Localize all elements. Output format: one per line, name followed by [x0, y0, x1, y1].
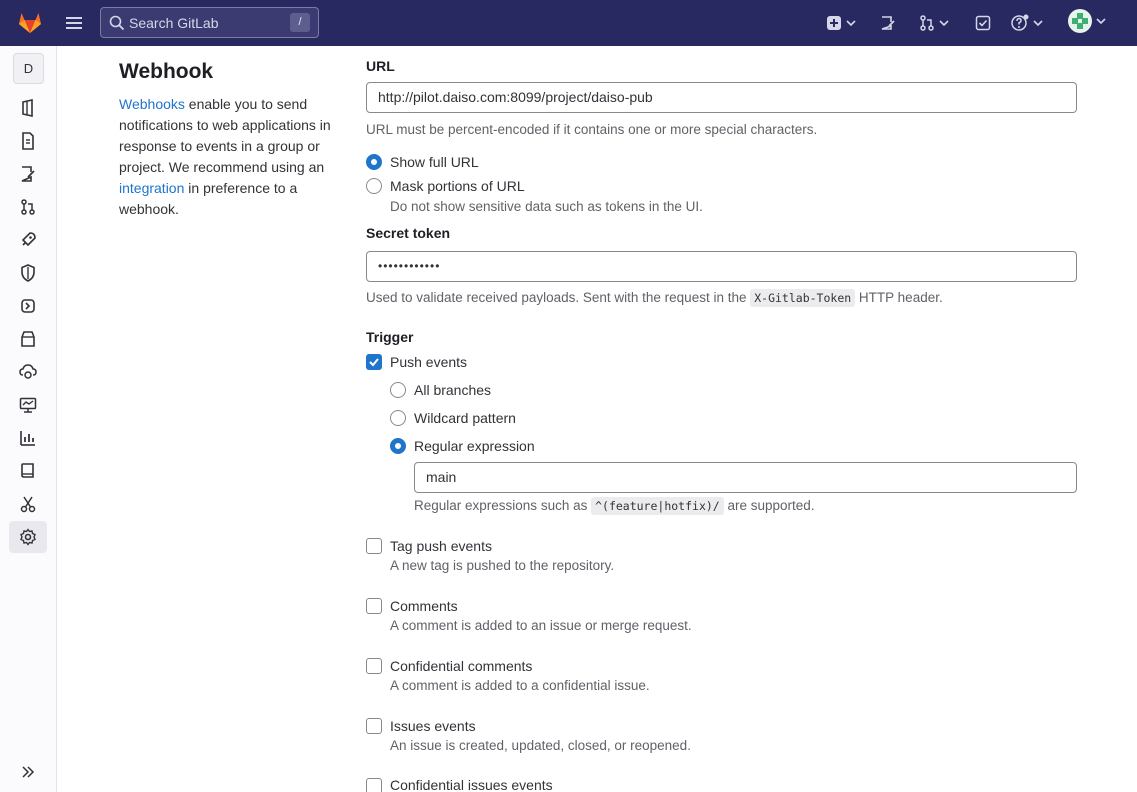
todos-button[interactable] — [975, 12, 991, 34]
user-menu-dropdown[interactable] — [1068, 9, 1107, 33]
collapse-sidebar-icon[interactable] — [21, 765, 35, 779]
push-events-checkbox[interactable] — [366, 354, 382, 370]
mask-url-label: Mask portions of URL — [390, 178, 525, 194]
secret-token-label: Secret token — [366, 225, 451, 241]
push-events-label: Push events — [390, 354, 468, 370]
merge-request-icon — [920, 15, 934, 31]
wildcard-pattern-label: Wildcard pattern — [414, 410, 516, 426]
chevron-down-icon — [846, 20, 856, 27]
issues-icon — [881, 16, 895, 30]
package-icon[interactable] — [19, 330, 37, 348]
event-label: Comments — [390, 598, 458, 614]
secret-token-help: Used to validate received payloads. Sent… — [366, 289, 943, 307]
regex-help-before: Regular expressions such as — [414, 498, 592, 513]
wildcard-pattern-radio[interactable] — [390, 410, 406, 426]
regex-input[interactable]: main — [414, 462, 1077, 493]
search-icon — [109, 15, 125, 31]
tag-push-events-checkbox[interactable] — [366, 538, 382, 554]
all-branches-label: All branches — [414, 382, 492, 398]
monitor-icon[interactable] — [19, 396, 37, 414]
menu-hamburger-icon[interactable] — [64, 13, 84, 33]
help-dropdown[interactable] — [1011, 12, 1044, 34]
issues-icon[interactable] — [19, 165, 37, 183]
page-title: Webhook — [119, 60, 214, 83]
merge-requests-dropdown[interactable] — [919, 12, 950, 34]
help-question-icon — [1011, 14, 1029, 31]
checkmark-icon — [369, 358, 379, 367]
search-placeholder: Search GitLab — [129, 15, 219, 31]
chevron-down-icon — [1096, 18, 1106, 25]
issues-events-checkbox[interactable] — [366, 718, 382, 734]
show-full-url-radio[interactable] — [366, 154, 382, 170]
settings-gear-icon[interactable] — [19, 528, 37, 546]
token-help-before: Used to validate received payloads. Sent… — [366, 290, 751, 305]
issues-button[interactable] — [880, 12, 896, 34]
mask-url-radio[interactable] — [366, 178, 382, 194]
token-help-after: HTTP header. — [855, 290, 943, 305]
event-label: Tag push events — [390, 538, 492, 554]
confidential-comments-checkbox[interactable] — [366, 658, 382, 674]
project-avatar[interactable]: D — [13, 53, 44, 84]
chevron-down-icon — [939, 20, 949, 27]
create-new-dropdown[interactable] — [826, 12, 857, 34]
merge-requests-icon[interactable] — [19, 198, 37, 216]
cloud-gear-icon[interactable] — [19, 363, 37, 381]
integration-link[interactable]: integration — [119, 180, 184, 196]
url-help-text: URL must be percent-encoded if it contai… — [366, 122, 818, 137]
regular-expression-radio[interactable] — [390, 438, 406, 454]
confidential-issues-events-checkbox[interactable] — [366, 778, 382, 792]
regex-help-after: are supported. — [723, 498, 815, 513]
analytics-chart-icon[interactable] — [19, 429, 37, 447]
event-description: A comment is added to an issue or merge … — [390, 618, 692, 633]
event-label: Confidential issues events — [390, 777, 553, 792]
rocket-icon[interactable] — [19, 231, 37, 249]
event-description: A comment is added to a confidential iss… — [390, 678, 650, 693]
user-avatar — [1068, 9, 1092, 33]
url-input[interactable]: http://pilot.daiso.com:8099/project/dais… — [366, 82, 1077, 113]
event-label: Confidential comments — [390, 658, 533, 674]
project-sidebar — [0, 46, 57, 792]
shield-icon[interactable] — [19, 264, 37, 282]
event-description: A new tag is pushed to the repository. — [390, 558, 615, 573]
repository-icon[interactable] — [19, 132, 37, 150]
comments-checkbox[interactable] — [366, 598, 382, 614]
mask-url-help: Do not show sensitive data such as token… — [390, 199, 703, 214]
token-header-code: X-Gitlab-Token — [750, 289, 856, 307]
project-overview-icon[interactable] — [19, 99, 37, 117]
search-input[interactable]: Search GitLab / — [100, 7, 319, 38]
regex-example-code: ^(feature|hotfix)/ — [591, 497, 724, 515]
snippets-scissors-icon[interactable] — [19, 495, 37, 513]
secret-token-input[interactable]: •••••••••••• — [366, 251, 1077, 282]
regular-expression-label: Regular expression — [414, 438, 535, 454]
event-label: Issues events — [390, 718, 476, 734]
todo-checkbox-icon — [975, 15, 991, 31]
chevron-down-icon — [1033, 20, 1043, 27]
regex-help-text: Regular expressions such as ^(feature|ho… — [414, 497, 815, 515]
webhook-description: Webhooks enable you to send notification… — [119, 94, 341, 220]
event-description: An issue is created, updated, closed, or… — [390, 738, 691, 753]
show-full-url-label: Show full URL — [390, 154, 479, 170]
top-navbar: Search GitLab / — [0, 0, 1137, 46]
plus-square-icon — [827, 16, 841, 30]
deployments-icon[interactable] — [19, 297, 37, 315]
all-branches-radio[interactable] — [390, 382, 406, 398]
webhooks-link[interactable]: Webhooks — [119, 96, 185, 112]
trigger-label: Trigger — [366, 329, 414, 345]
gitlab-logo-icon[interactable] — [17, 9, 43, 35]
wiki-book-icon[interactable] — [19, 462, 37, 480]
search-shortcut-badge: / — [290, 13, 310, 32]
url-label: URL — [366, 58, 395, 74]
